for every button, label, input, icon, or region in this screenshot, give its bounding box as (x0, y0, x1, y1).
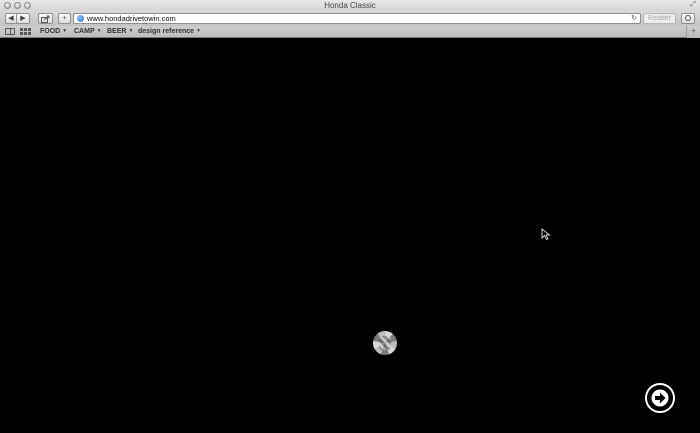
window-title: Honda Classic (324, 1, 376, 10)
bookmark-folder-design-reference[interactable]: design reference ▼ (138, 26, 201, 37)
chevron-down-icon: ▼ (62, 28, 68, 34)
bookmark-folder-beer[interactable]: BEER ▼ (107, 26, 133, 37)
chevron-down-icon: ▼ (96, 28, 102, 34)
reader-button[interactable]: Reader (643, 13, 676, 24)
address-bar[interactable]: www.hondadrivetowin.com ↻ (73, 13, 641, 24)
reload-icon[interactable]: ↻ (631, 14, 637, 23)
page-content (0, 38, 700, 433)
chevron-down-icon: ▼ (128, 28, 134, 34)
share-icon (41, 15, 50, 23)
back-icon: ◀ (8, 15, 14, 22)
mouse-cursor-icon (541, 228, 551, 240)
next-arrow-icon (651, 389, 669, 407)
bookmark-folder-camp[interactable]: CAMP ▼ (74, 26, 102, 37)
browser-window: Honda Classic ⤢ ◀ ▶ + www.hondadrivetowi… (0, 0, 700, 433)
reading-list-icon[interactable] (5, 28, 15, 35)
title-bar: Honda Classic ⤢ (0, 0, 700, 11)
url-text[interactable]: www.hondadrivetowin.com (87, 14, 176, 23)
bookmark-label: BEER (107, 28, 127, 35)
loading-spinner-icon (373, 331, 397, 355)
bookmarks-bar: FOOD ▼ CAMP ▼ BEER ▼ design reference ▼ (0, 26, 700, 38)
top-sites-icon[interactable] (20, 28, 31, 35)
globe-icon (77, 15, 84, 22)
settings-button[interactable] (681, 13, 695, 24)
bookmark-folder-food[interactable]: FOOD ▼ (40, 26, 67, 37)
toolbar: ◀ ▶ + www.hondadrivetowin.com ↻ Reader (0, 11, 700, 26)
new-tab-button[interactable]: + (686, 26, 700, 38)
chevron-down-icon: ▼ (196, 28, 201, 34)
plus-icon: + (62, 15, 67, 22)
share-button[interactable] (38, 13, 53, 24)
fullscreen-icon[interactable]: ⤢ (689, 1, 697, 9)
gear-icon (685, 15, 691, 21)
forward-button[interactable]: ▶ (17, 13, 30, 24)
bookmark-label: design reference (138, 28, 195, 35)
next-button[interactable] (645, 383, 675, 413)
forward-icon: ▶ (20, 15, 26, 22)
back-button[interactable]: ◀ (5, 13, 17, 24)
add-bookmark-button[interactable]: + (58, 13, 71, 24)
bookmark-label: FOOD (40, 28, 61, 35)
bookmark-label: CAMP (74, 28, 95, 35)
